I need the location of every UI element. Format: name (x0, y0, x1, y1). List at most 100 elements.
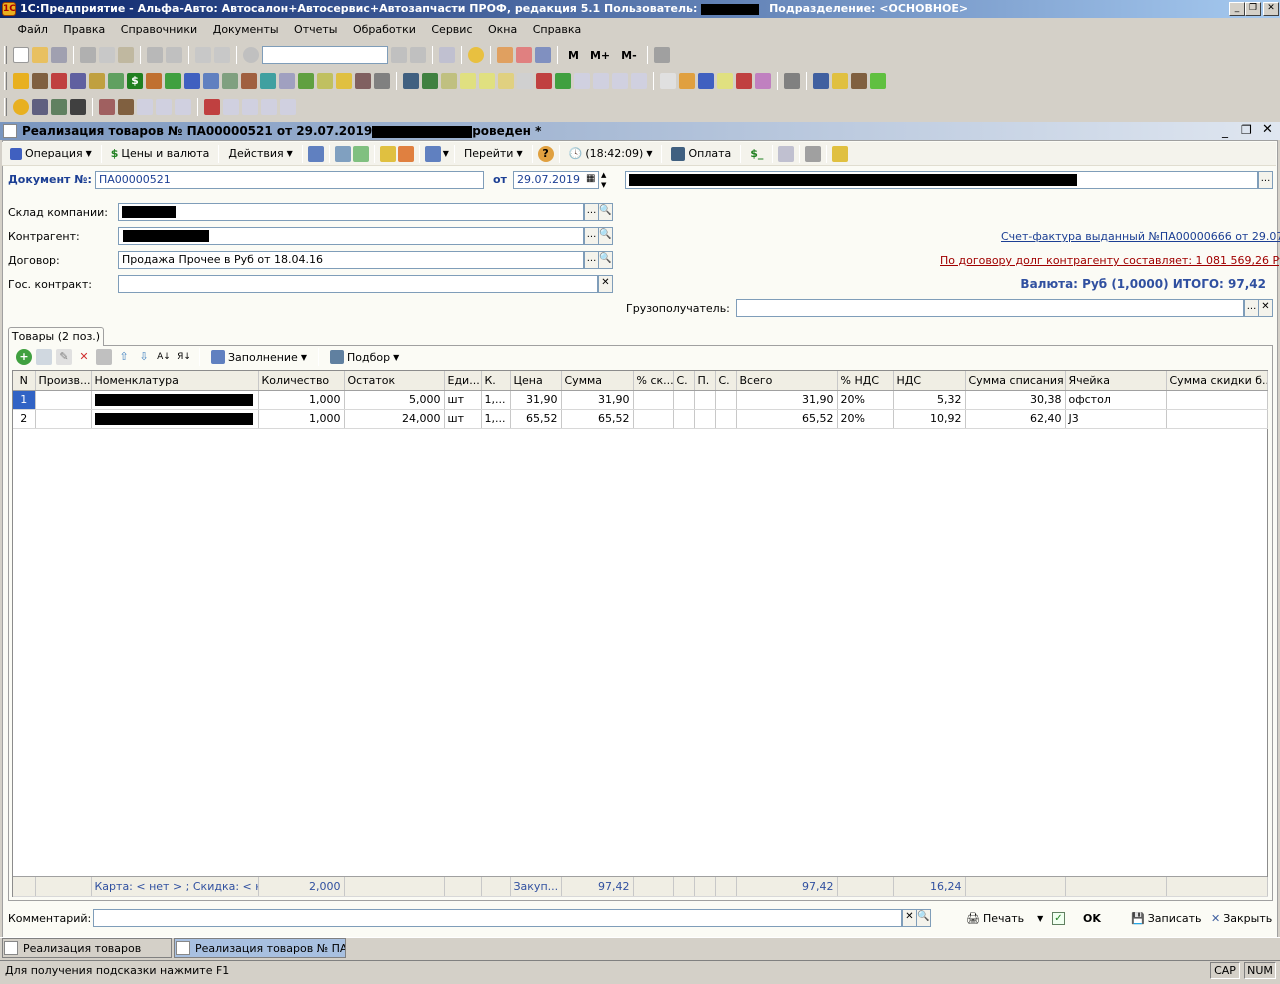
table-cell[interactable] (91, 409, 259, 429)
table-cell[interactable] (633, 390, 674, 410)
gear-icon[interactable] (222, 73, 238, 89)
based-on-icon[interactable] (379, 145, 396, 162)
warehouse-field[interactable] (118, 203, 584, 221)
goto-menu[interactable]: Перейти ▼ (460, 144, 527, 164)
table-cell[interactable] (715, 409, 737, 429)
goods-table[interactable]: N Произв... Номенклатура Количество Остаток Е… (12, 370, 1268, 897)
doc-pko-icon[interactable] (460, 73, 476, 89)
doc-3-icon[interactable] (536, 73, 552, 89)
counterparty-open-icon[interactable]: 🔍 (598, 227, 613, 245)
move-down-icon[interactable]: ⇩ (136, 349, 152, 365)
table-cell[interactable] (715, 390, 737, 410)
tools2-icon[interactable] (355, 73, 371, 89)
find-next-icon[interactable] (410, 47, 426, 63)
table-cell[interactable]: 31,90 (510, 390, 562, 410)
selection-menu[interactable]: Подбор ▼ (326, 347, 403, 367)
table-cell[interactable] (694, 390, 716, 410)
column-header[interactable]: Всего (736, 371, 838, 391)
table-cell[interactable] (35, 409, 92, 429)
contract-open-icon[interactable]: 🔍 (598, 251, 613, 269)
date-spinner[interactable]: ▲ ▼ (601, 170, 611, 190)
transfer-icon[interactable] (204, 99, 220, 115)
preview-icon[interactable] (166, 47, 182, 63)
organization-field[interactable] (625, 171, 1258, 189)
table-cell[interactable]: 1,... (481, 390, 511, 410)
nakl-e-icon[interactable] (261, 99, 277, 115)
menu-service[interactable]: Сервис (425, 20, 478, 40)
calendar-icon[interactable] (516, 47, 532, 63)
movements-icon[interactable] (778, 145, 795, 162)
column-header[interactable]: К. (481, 371, 511, 391)
doc-6-icon[interactable] (679, 73, 695, 89)
column-header[interactable]: Сумма (561, 371, 634, 391)
table-cell[interactable]: 20% (837, 409, 894, 429)
consignee-clear-icon[interactable]: ✕ (1258, 299, 1273, 317)
nakl-c-icon[interactable] (175, 99, 191, 115)
table-cell[interactable]: 65,52 (510, 409, 562, 429)
doc-2-icon[interactable] (498, 73, 514, 89)
memory-button-m-plus[interactable]: M+ (586, 49, 614, 62)
catalog-icon-1[interactable] (13, 73, 29, 89)
doc-plat-icon[interactable] (517, 73, 533, 89)
table-cell[interactable]: 5,000 (344, 390, 445, 410)
warehouse-icon[interactable] (32, 73, 48, 89)
close-icon[interactable]: ✕ (1263, 2, 1279, 16)
gov-contract-field[interactable] (118, 275, 598, 293)
menu-processing[interactable]: Обработки (347, 20, 422, 40)
nakl-a-icon[interactable] (137, 99, 153, 115)
dollar-icon[interactable]: $ (127, 73, 143, 89)
gov-contract-clear-icon[interactable]: ✕ (598, 275, 613, 293)
column-header[interactable]: Остаток (344, 371, 445, 391)
column-header[interactable]: % ск... (633, 371, 674, 391)
payment-button[interactable]: Оплата (667, 144, 735, 164)
table-cell[interactable]: 24,000 (344, 409, 445, 429)
folder-doc-icon[interactable] (832, 145, 849, 162)
doc-nakl-1-icon[interactable] (593, 73, 609, 89)
redo-icon[interactable] (214, 47, 230, 63)
paste-icon[interactable] (118, 47, 134, 63)
column-header[interactable]: С. (673, 371, 695, 391)
table-cell[interactable]: офстол (1065, 390, 1167, 410)
consignee-field[interactable] (736, 299, 1244, 317)
doc-close-icon[interactable]: ✕ (1262, 122, 1273, 137)
table-cell[interactable]: 1,000 (258, 390, 345, 410)
organization-select-button[interactable]: ... (1258, 171, 1273, 189)
debt-link[interactable]: По договору долг контрагенту составляет:… (940, 254, 1280, 267)
open-icon[interactable] (32, 47, 48, 63)
post-icon[interactable] (307, 145, 324, 162)
column-header[interactable]: Сумма скидки б... (1166, 371, 1268, 391)
puzzle-icon[interactable] (422, 73, 438, 89)
menu-reports[interactable]: Отчеты (288, 20, 343, 40)
quick-search-input[interactable] (262, 46, 388, 64)
bar-chart-icon[interactable] (698, 73, 714, 89)
refresh-icon[interactable] (334, 145, 351, 162)
accounting-icon[interactable]: $_ (746, 144, 767, 164)
time-button[interactable]: 🕓 (18:42:09) ▼ (565, 144, 657, 164)
hammer-icon[interactable] (784, 73, 800, 89)
doc-number-field[interactable]: ПА00000521 (95, 171, 484, 189)
persons-icon[interactable] (851, 73, 867, 89)
wrench-icon[interactable] (99, 99, 115, 115)
task-sales-document[interactable]: Реализация товаров № ПА... (174, 938, 346, 958)
contract-field[interactable]: Продажа Прочее в Руб от 18.04.16 (118, 251, 584, 269)
delete-row-icon[interactable]: ✕ (76, 349, 92, 365)
close-button[interactable]: ✕ Закрыть (1207, 908, 1276, 928)
tab-goods[interactable]: Товары (2 поз.) (8, 327, 104, 346)
table-row[interactable]: 2 1,000 24,000 шт 1,... 65,52 65,52 65,52 20% 10,… (13, 409, 1268, 429)
help-icon[interactable]: ? (537, 145, 554, 162)
table-cell[interactable]: 31,90 (736, 390, 838, 410)
table-cell[interactable]: 2 (13, 409, 36, 429)
comment-search-icon[interactable]: 🔍 (916, 909, 931, 927)
column-header[interactable]: Произв... (35, 371, 92, 391)
hierarchy-icon[interactable] (241, 73, 257, 89)
goods-icon[interactable] (89, 73, 105, 89)
table-row[interactable]: 1 1,000 5,000 шт 1,... 31,90 31,90 31,90 20% 5,32… (13, 390, 1268, 410)
books-icon[interactable] (165, 73, 181, 89)
copy-row-icon[interactable] (36, 349, 52, 365)
warehouse-select-button[interactable]: ... (584, 203, 599, 221)
table-cell[interactable]: 65,52 (736, 409, 838, 429)
docs-icon[interactable] (317, 73, 333, 89)
departments-icon[interactable] (70, 73, 86, 89)
table-cell[interactable] (91, 390, 259, 410)
employees-icon[interactable] (108, 73, 124, 89)
